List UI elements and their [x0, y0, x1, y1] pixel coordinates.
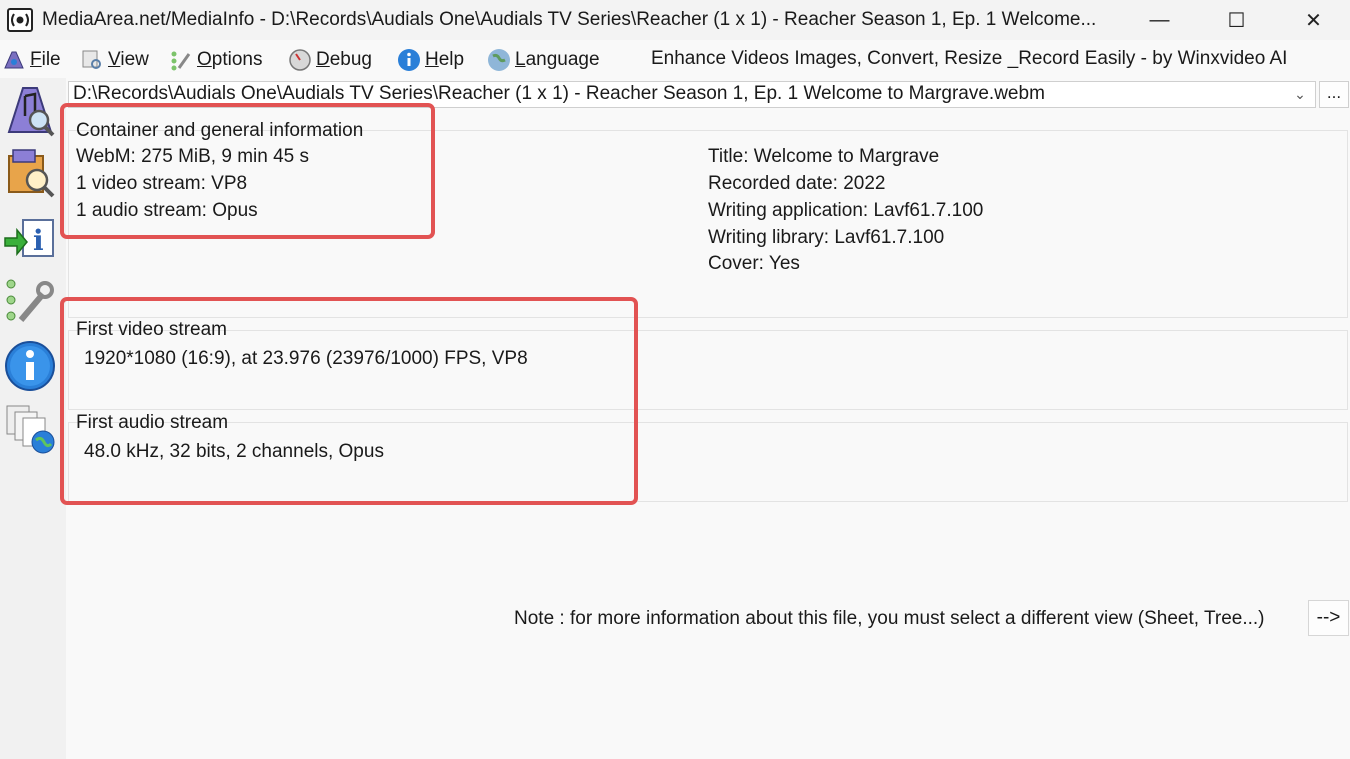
meta-writing-application: Writing application: Lavf61.7.100	[708, 200, 984, 221]
meta-cover: Cover: Yes	[708, 253, 800, 274]
menu-help-label: Help	[425, 49, 465, 70]
file-icon	[4, 51, 24, 69]
export-info-icon[interactable]: i	[3, 212, 57, 268]
meta-recorded-date: Recorded date: 2022	[708, 173, 886, 194]
meta-writing-library: Writing library: Lavf61.7.100	[708, 227, 945, 248]
menu-file[interactable]: File	[2, 46, 61, 74]
minimize-button[interactable]: —	[1121, 0, 1198, 40]
highlight-box-general	[60, 103, 435, 239]
menu-view[interactable]: View	[80, 46, 149, 74]
menu-language[interactable]: Language	[487, 46, 600, 74]
menu-help[interactable]: Help	[397, 46, 464, 74]
options-icon	[171, 51, 191, 71]
debug-icon	[289, 49, 311, 71]
title-bar: MediaArea.net/MediaInfo - D:\Records\Aud…	[0, 0, 1350, 40]
window-title: MediaArea.net/MediaInfo - D:\Records\Aud…	[42, 9, 1097, 30]
svg-text:i: i	[33, 224, 44, 257]
mediainfo-app-icon	[7, 8, 33, 32]
web-info-icon[interactable]	[3, 400, 57, 456]
menu-options-label: Options	[197, 49, 263, 70]
left-toolbar: i	[0, 78, 66, 759]
close-button[interactable]: ✕	[1275, 0, 1350, 40]
menu-view-label: View	[108, 49, 149, 70]
menu-debug[interactable]: Debug	[288, 46, 372, 74]
menu-debug-label: Debug	[316, 49, 373, 70]
preferences-icon[interactable]	[3, 274, 57, 330]
browse-button[interactable]: ...	[1319, 81, 1349, 108]
view-note: Note : for more information about this f…	[514, 608, 1265, 629]
promo-link[interactable]: Enhance Videos Images, Convert, Resize _…	[651, 48, 1287, 70]
meta-title: Title: Welcome to Margrave	[708, 146, 940, 167]
help-icon	[398, 49, 420, 71]
menu-file-label: File	[30, 49, 61, 70]
open-folder-icon[interactable]	[3, 144, 57, 200]
chevron-down-icon[interactable]: ⌄	[1286, 83, 1314, 106]
highlight-box-streams	[60, 297, 638, 505]
maximize-button[interactable]: ☐	[1198, 0, 1275, 40]
globe-icon	[488, 49, 510, 71]
about-info-icon[interactable]	[3, 336, 57, 392]
change-view-button[interactable]: -->	[1308, 600, 1349, 636]
menu-options[interactable]: Options	[169, 46, 262, 74]
view-icon	[82, 50, 101, 69]
open-file-icon[interactable]	[3, 82, 57, 138]
menu-language-label: Language	[515, 49, 600, 70]
